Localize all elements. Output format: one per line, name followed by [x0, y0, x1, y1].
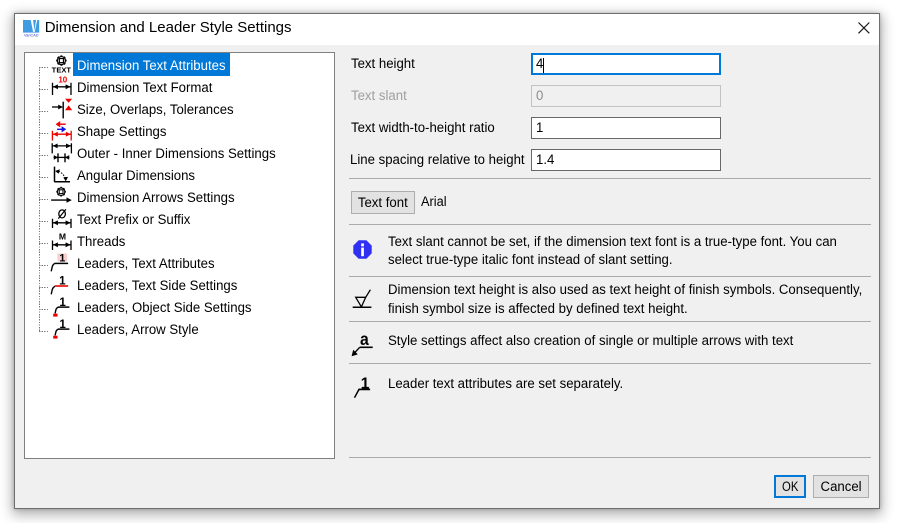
- svg-text:TEXT: TEXT: [52, 68, 72, 75]
- svg-text:a: a: [360, 329, 369, 349]
- svg-text:M: M: [59, 232, 66, 242]
- svg-text:VariCAD: VariCAD: [24, 33, 39, 37]
- svg-text:10: 10: [58, 76, 67, 85]
